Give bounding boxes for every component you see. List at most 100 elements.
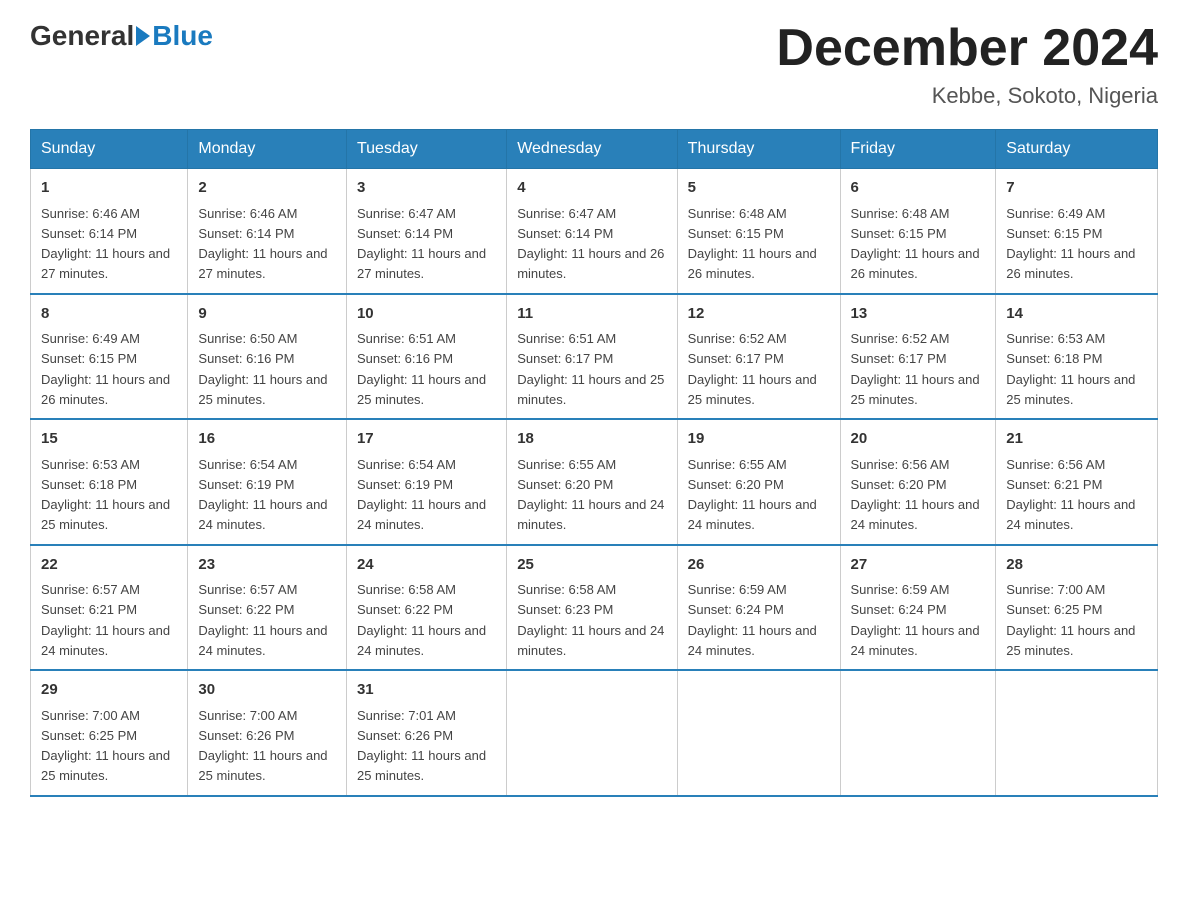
- day-info: Sunrise: 6:51 AMSunset: 6:17 PMDaylight:…: [517, 331, 664, 407]
- weekday-header-saturday: Saturday: [996, 130, 1158, 169]
- day-number: 21: [1006, 428, 1147, 451]
- day-number: 18: [517, 428, 666, 451]
- calendar-cell: 11 Sunrise: 6:51 AMSunset: 6:17 PMDaylig…: [507, 294, 677, 420]
- calendar-cell: 23 Sunrise: 6:57 AMSunset: 6:22 PMDaylig…: [188, 545, 347, 671]
- day-number: 4: [517, 177, 666, 200]
- logo: General Blue: [30, 20, 213, 52]
- calendar-cell: 22 Sunrise: 6:57 AMSunset: 6:21 PMDaylig…: [31, 545, 188, 671]
- calendar-cell: 10 Sunrise: 6:51 AMSunset: 6:16 PMDaylig…: [346, 294, 506, 420]
- calendar-cell: [677, 670, 840, 796]
- day-number: 10: [357, 303, 496, 326]
- calendar-cell: 7 Sunrise: 6:49 AMSunset: 6:15 PMDayligh…: [996, 169, 1158, 294]
- day-info: Sunrise: 7:00 AMSunset: 6:26 PMDaylight:…: [198, 708, 327, 784]
- calendar-cell: 29 Sunrise: 7:00 AMSunset: 6:25 PMDaylig…: [31, 670, 188, 796]
- calendar-cell: 30 Sunrise: 7:00 AMSunset: 6:26 PMDaylig…: [188, 670, 347, 796]
- day-info: Sunrise: 6:55 AMSunset: 6:20 PMDaylight:…: [688, 457, 817, 533]
- day-info: Sunrise: 6:51 AMSunset: 6:16 PMDaylight:…: [357, 331, 486, 407]
- logo-blue-text: Blue: [152, 20, 213, 52]
- day-info: Sunrise: 7:00 AMSunset: 6:25 PMDaylight:…: [41, 708, 170, 784]
- day-info: Sunrise: 6:58 AMSunset: 6:22 PMDaylight:…: [357, 582, 486, 658]
- calendar-cell: 18 Sunrise: 6:55 AMSunset: 6:20 PMDaylig…: [507, 419, 677, 545]
- day-info: Sunrise: 6:59 AMSunset: 6:24 PMDaylight:…: [688, 582, 817, 658]
- calendar-week-row: 15 Sunrise: 6:53 AMSunset: 6:18 PMDaylig…: [31, 419, 1158, 545]
- day-number: 29: [41, 679, 177, 702]
- calendar-week-row: 8 Sunrise: 6:49 AMSunset: 6:15 PMDayligh…: [31, 294, 1158, 420]
- day-info: Sunrise: 6:57 AMSunset: 6:21 PMDaylight:…: [41, 582, 170, 658]
- calendar-cell: 15 Sunrise: 6:53 AMSunset: 6:18 PMDaylig…: [31, 419, 188, 545]
- calendar-cell: 8 Sunrise: 6:49 AMSunset: 6:15 PMDayligh…: [31, 294, 188, 420]
- calendar-cell: 5 Sunrise: 6:48 AMSunset: 6:15 PMDayligh…: [677, 169, 840, 294]
- day-info: Sunrise: 6:47 AMSunset: 6:14 PMDaylight:…: [517, 206, 664, 282]
- day-number: 16: [198, 428, 336, 451]
- day-info: Sunrise: 6:59 AMSunset: 6:24 PMDaylight:…: [851, 582, 980, 658]
- day-number: 23: [198, 554, 336, 577]
- calendar-cell: 25 Sunrise: 6:58 AMSunset: 6:23 PMDaylig…: [507, 545, 677, 671]
- day-number: 14: [1006, 303, 1147, 326]
- day-info: Sunrise: 7:01 AMSunset: 6:26 PMDaylight:…: [357, 708, 486, 784]
- day-number: 7: [1006, 177, 1147, 200]
- day-number: 8: [41, 303, 177, 326]
- calendar-cell: 17 Sunrise: 6:54 AMSunset: 6:19 PMDaylig…: [346, 419, 506, 545]
- day-info: Sunrise: 6:46 AMSunset: 6:14 PMDaylight:…: [198, 206, 327, 282]
- day-number: 1: [41, 177, 177, 200]
- calendar-cell: 2 Sunrise: 6:46 AMSunset: 6:14 PMDayligh…: [188, 169, 347, 294]
- calendar-cell: 26 Sunrise: 6:59 AMSunset: 6:24 PMDaylig…: [677, 545, 840, 671]
- day-number: 5: [688, 177, 830, 200]
- weekday-header-friday: Friday: [840, 130, 996, 169]
- day-info: Sunrise: 6:52 AMSunset: 6:17 PMDaylight:…: [688, 331, 817, 407]
- logo-general-text: General: [30, 20, 134, 52]
- location-subtitle: Kebbe, Sokoto, Nigeria: [776, 83, 1158, 109]
- day-number: 24: [357, 554, 496, 577]
- day-number: 25: [517, 554, 666, 577]
- weekday-header-sunday: Sunday: [31, 130, 188, 169]
- calendar-cell: 28 Sunrise: 7:00 AMSunset: 6:25 PMDaylig…: [996, 545, 1158, 671]
- calendar-cell: 3 Sunrise: 6:47 AMSunset: 6:14 PMDayligh…: [346, 169, 506, 294]
- day-info: Sunrise: 6:53 AMSunset: 6:18 PMDaylight:…: [41, 457, 170, 533]
- weekday-header-monday: Monday: [188, 130, 347, 169]
- day-number: 19: [688, 428, 830, 451]
- day-number: 9: [198, 303, 336, 326]
- weekday-header-thursday: Thursday: [677, 130, 840, 169]
- page-header: General Blue December 2024 Kebbe, Sokoto…: [30, 20, 1158, 109]
- day-info: Sunrise: 6:48 AMSunset: 6:15 PMDaylight:…: [688, 206, 817, 282]
- logo-arrow-icon: [136, 26, 150, 46]
- day-info: Sunrise: 6:54 AMSunset: 6:19 PMDaylight:…: [357, 457, 486, 533]
- calendar-cell: [507, 670, 677, 796]
- calendar-week-row: 22 Sunrise: 6:57 AMSunset: 6:21 PMDaylig…: [31, 545, 1158, 671]
- day-info: Sunrise: 6:58 AMSunset: 6:23 PMDaylight:…: [517, 582, 664, 658]
- page-title: December 2024: [776, 20, 1158, 77]
- day-info: Sunrise: 6:48 AMSunset: 6:15 PMDaylight:…: [851, 206, 980, 282]
- day-info: Sunrise: 6:56 AMSunset: 6:21 PMDaylight:…: [1006, 457, 1135, 533]
- day-number: 6: [851, 177, 986, 200]
- day-info: Sunrise: 6:50 AMSunset: 6:16 PMDaylight:…: [198, 331, 327, 407]
- day-number: 30: [198, 679, 336, 702]
- day-info: Sunrise: 7:00 AMSunset: 6:25 PMDaylight:…: [1006, 582, 1135, 658]
- day-number: 13: [851, 303, 986, 326]
- day-info: Sunrise: 6:46 AMSunset: 6:14 PMDaylight:…: [41, 206, 170, 282]
- calendar-cell: 31 Sunrise: 7:01 AMSunset: 6:26 PMDaylig…: [346, 670, 506, 796]
- day-number: 11: [517, 303, 666, 326]
- day-number: 27: [851, 554, 986, 577]
- day-info: Sunrise: 6:52 AMSunset: 6:17 PMDaylight:…: [851, 331, 980, 407]
- calendar-cell: 13 Sunrise: 6:52 AMSunset: 6:17 PMDaylig…: [840, 294, 996, 420]
- calendar-cell: 9 Sunrise: 6:50 AMSunset: 6:16 PMDayligh…: [188, 294, 347, 420]
- calendar-cell: 21 Sunrise: 6:56 AMSunset: 6:21 PMDaylig…: [996, 419, 1158, 545]
- weekday-header-row: SundayMondayTuesdayWednesdayThursdayFrid…: [31, 130, 1158, 169]
- calendar-cell: 4 Sunrise: 6:47 AMSunset: 6:14 PMDayligh…: [507, 169, 677, 294]
- calendar-cell: 1 Sunrise: 6:46 AMSunset: 6:14 PMDayligh…: [31, 169, 188, 294]
- day-number: 20: [851, 428, 986, 451]
- day-info: Sunrise: 6:53 AMSunset: 6:18 PMDaylight:…: [1006, 331, 1135, 407]
- day-number: 28: [1006, 554, 1147, 577]
- weekday-header-tuesday: Tuesday: [346, 130, 506, 169]
- calendar-cell: 14 Sunrise: 6:53 AMSunset: 6:18 PMDaylig…: [996, 294, 1158, 420]
- weekday-header-wednesday: Wednesday: [507, 130, 677, 169]
- calendar-cell: 27 Sunrise: 6:59 AMSunset: 6:24 PMDaylig…: [840, 545, 996, 671]
- calendar-cell: 24 Sunrise: 6:58 AMSunset: 6:22 PMDaylig…: [346, 545, 506, 671]
- calendar-cell: 19 Sunrise: 6:55 AMSunset: 6:20 PMDaylig…: [677, 419, 840, 545]
- day-number: 12: [688, 303, 830, 326]
- day-info: Sunrise: 6:47 AMSunset: 6:14 PMDaylight:…: [357, 206, 486, 282]
- calendar-cell: 20 Sunrise: 6:56 AMSunset: 6:20 PMDaylig…: [840, 419, 996, 545]
- day-info: Sunrise: 6:55 AMSunset: 6:20 PMDaylight:…: [517, 457, 664, 533]
- day-number: 15: [41, 428, 177, 451]
- day-number: 3: [357, 177, 496, 200]
